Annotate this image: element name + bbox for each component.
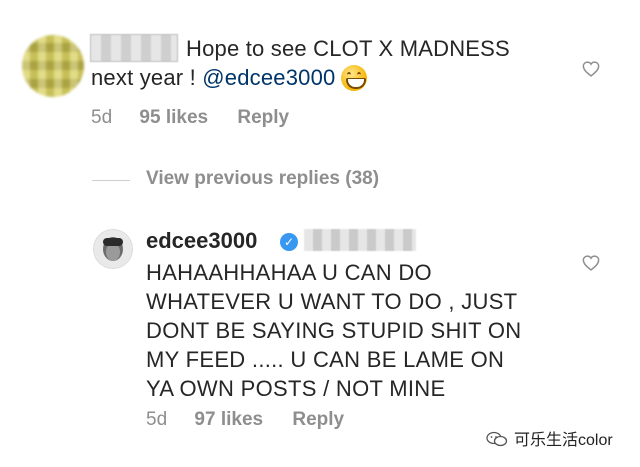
- commenter-username-blurred[interactable]: [90, 34, 178, 62]
- like-heart-icon[interactable]: [582, 61, 600, 77]
- comment-reply-button[interactable]: Reply: [237, 107, 289, 128]
- commenter-avatar[interactable]: [22, 35, 84, 97]
- reply-mention-blurred[interactable]: [304, 229, 416, 251]
- reply-meta: 5d 97 likes Reply: [146, 409, 344, 431]
- grinning-face-icon: [341, 65, 368, 91]
- comment-text-prefix: next year !: [91, 65, 203, 90]
- reply-text: HAHAAHHAHAA U CAN DO WHATEVER U WANT TO …: [146, 260, 522, 401]
- reply-like-heart-icon[interactable]: [582, 255, 600, 271]
- comment-meta: 5d 95 likes Reply: [91, 107, 289, 129]
- reply-timestamp: 5d: [146, 409, 168, 430]
- reply-avatar-photo: [94, 230, 132, 268]
- mention-link[interactable]: @edcee3000: [202, 65, 335, 90]
- verified-badge-icon: ✓: [280, 233, 298, 251]
- comment-text-line1: Hope to see CLOT X MADNESS: [186, 36, 510, 61]
- reply-reply-button[interactable]: Reply: [292, 409, 344, 430]
- comment-timestamp: 5d: [91, 107, 113, 128]
- wechat-icon: [486, 431, 508, 447]
- comment-likes[interactable]: 95 likes: [139, 107, 208, 128]
- watermark-text: 可乐生活color: [514, 432, 613, 449]
- reply-username[interactable]: edcee3000: [146, 228, 257, 254]
- watermark: 可乐生活color: [486, 426, 613, 450]
- view-previous-replies-button[interactable]: View previous replies (38): [146, 168, 379, 190]
- reply-avatar[interactable]: [93, 229, 133, 269]
- reply-likes[interactable]: 97 likes: [194, 409, 263, 430]
- comment-text-line2: next year ! @edcee3000: [91, 65, 368, 91]
- replies-divider: [92, 180, 130, 181]
